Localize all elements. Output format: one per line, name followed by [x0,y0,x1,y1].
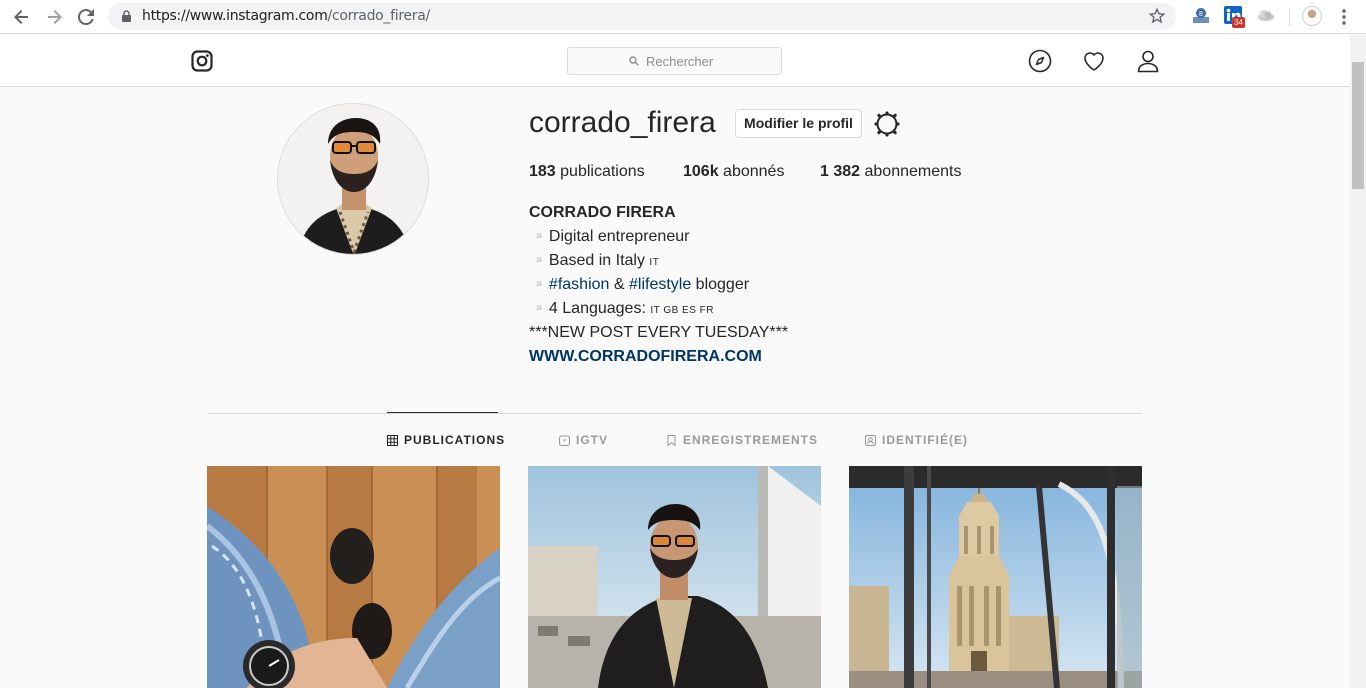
tab-igtv[interactable]: IGTV [559,433,608,447]
bio-full-name: CORRADO FIRERA [529,204,676,221]
tab-tagged-label: IDENTIFIÉ(E) [882,433,968,447]
profile-user-icon[interactable] [1136,49,1160,73]
profile-photo [278,104,428,254]
hashtag-lifestyle-link[interactable]: #lifestyle [629,276,691,293]
back-button[interactable] [10,5,34,29]
post-image-portrait-harbor [528,466,821,688]
followers-count: 106k [683,163,719,180]
explore-compass-icon[interactable] [1028,49,1052,73]
tab-saved-label: ENREGISTREMENTS [683,433,819,447]
tab-tagged[interactable]: IDENTIFIÉ(E) [865,433,968,447]
search-input[interactable]: Rechercher [567,47,782,75]
extension-icon[interactable]: 8 [1191,6,1211,26]
bio-line-3: ▫️#fashion & #lifestyle blogger [529,273,749,297]
browser-profile-avatar[interactable] [1302,6,1322,26]
following-count: 1 382 [820,163,861,180]
reload-button[interactable] [74,5,98,29]
igtv-icon [559,435,570,446]
bio-line-2-text: ▫️Based in Italy [529,252,650,269]
tabs-divider [207,413,1142,414]
url-domain: https://www.instagram.com [142,8,328,24]
post-thumbnail[interactable] [207,466,500,688]
bio-line-2: ▫️Based in Italy IT [529,249,659,275]
flag-it: IT [649,257,660,268]
bio-connector: & [609,276,629,293]
post-thumbnail[interactable] [849,466,1142,688]
heart-icon[interactable] [1082,49,1106,73]
settings-gear-icon[interactable] [873,110,901,138]
search-placeholder: Rechercher [646,54,714,69]
tab-publications-label: PUBLICATIONS [404,433,506,447]
toolbar-separator [1289,8,1290,26]
bio-suffix: blogger [691,276,750,293]
scrollbar-thumb[interactable] [1352,62,1364,189]
svg-text:8: 8 [1199,11,1203,18]
tab-igtv-label: IGTV [576,433,609,447]
bio-website-link[interactable]: WWW.CORRADOFIRERA.COM [529,345,762,369]
language-flags: IT GB ES FR [650,305,715,316]
followers-label: abonnés [723,163,785,180]
forward-button[interactable] [42,5,66,29]
post-thumbnail[interactable] [528,466,821,688]
edit-profile-button[interactable]: Modifier le profil [735,109,862,138]
grid-icon [387,434,398,446]
bio-line-1: ▫️Digital entrepreneur [529,228,690,245]
tagged-user-icon [865,434,876,446]
bio-line-4-text: ▫️4 Languages: [529,300,651,317]
tab-saved[interactable]: ENREGISTREMENTS [666,433,818,447]
posts-count: 183 [529,163,556,180]
address-bar[interactable]: https://www.instagram.com/corrado_firera… [108,3,1176,30]
browser-toolbar: https://www.instagram.com/corrado_firera… [0,0,1366,34]
url-text: https://www.instagram.com/corrado_firera… [142,8,430,24]
bookmark-icon [667,434,676,446]
arrow-left-icon [14,10,28,24]
profile-avatar[interactable] [277,103,429,255]
following-label: abonnements [864,163,962,180]
bookmark-star-icon[interactable] [1148,7,1166,25]
arrow-right-icon [48,10,62,24]
bio-bullet: ▫️ [529,276,549,293]
post-image-jeans-watch [207,466,500,688]
following-stat[interactable]: 1 382 abonnements [820,163,961,181]
post-image-baroque-church [849,466,1142,688]
url-path: /corrado_firera/ [327,8,431,24]
instagram-logo-icon[interactable] [191,50,213,72]
bio-line-5: ***NEW POST EVERY TUESDAY*** [529,324,789,341]
instagram-header: Rechercher [0,35,1350,87]
posts-count-stat: 183 publications [529,163,645,181]
reload-icon [77,9,94,26]
notification-badge: 34 [1232,17,1245,28]
posts-label: publications [560,163,645,180]
search-icon [629,56,639,66]
lock-icon [122,10,131,22]
hashtag-fashion-link[interactable]: #fashion [549,276,610,293]
bio-line-4: ▫️4 Languages: IT GB ES FR [529,297,714,323]
tab-publications[interactable]: PUBLICATIONS [387,433,505,447]
profile-username: corrado_firera [529,106,716,139]
more-vertical-icon[interactable] [1339,7,1349,27]
cloud-extension-icon[interactable] [1256,6,1276,26]
followers-stat[interactable]: 106k abonnés [683,163,784,181]
active-tab-indicator [387,412,498,413]
